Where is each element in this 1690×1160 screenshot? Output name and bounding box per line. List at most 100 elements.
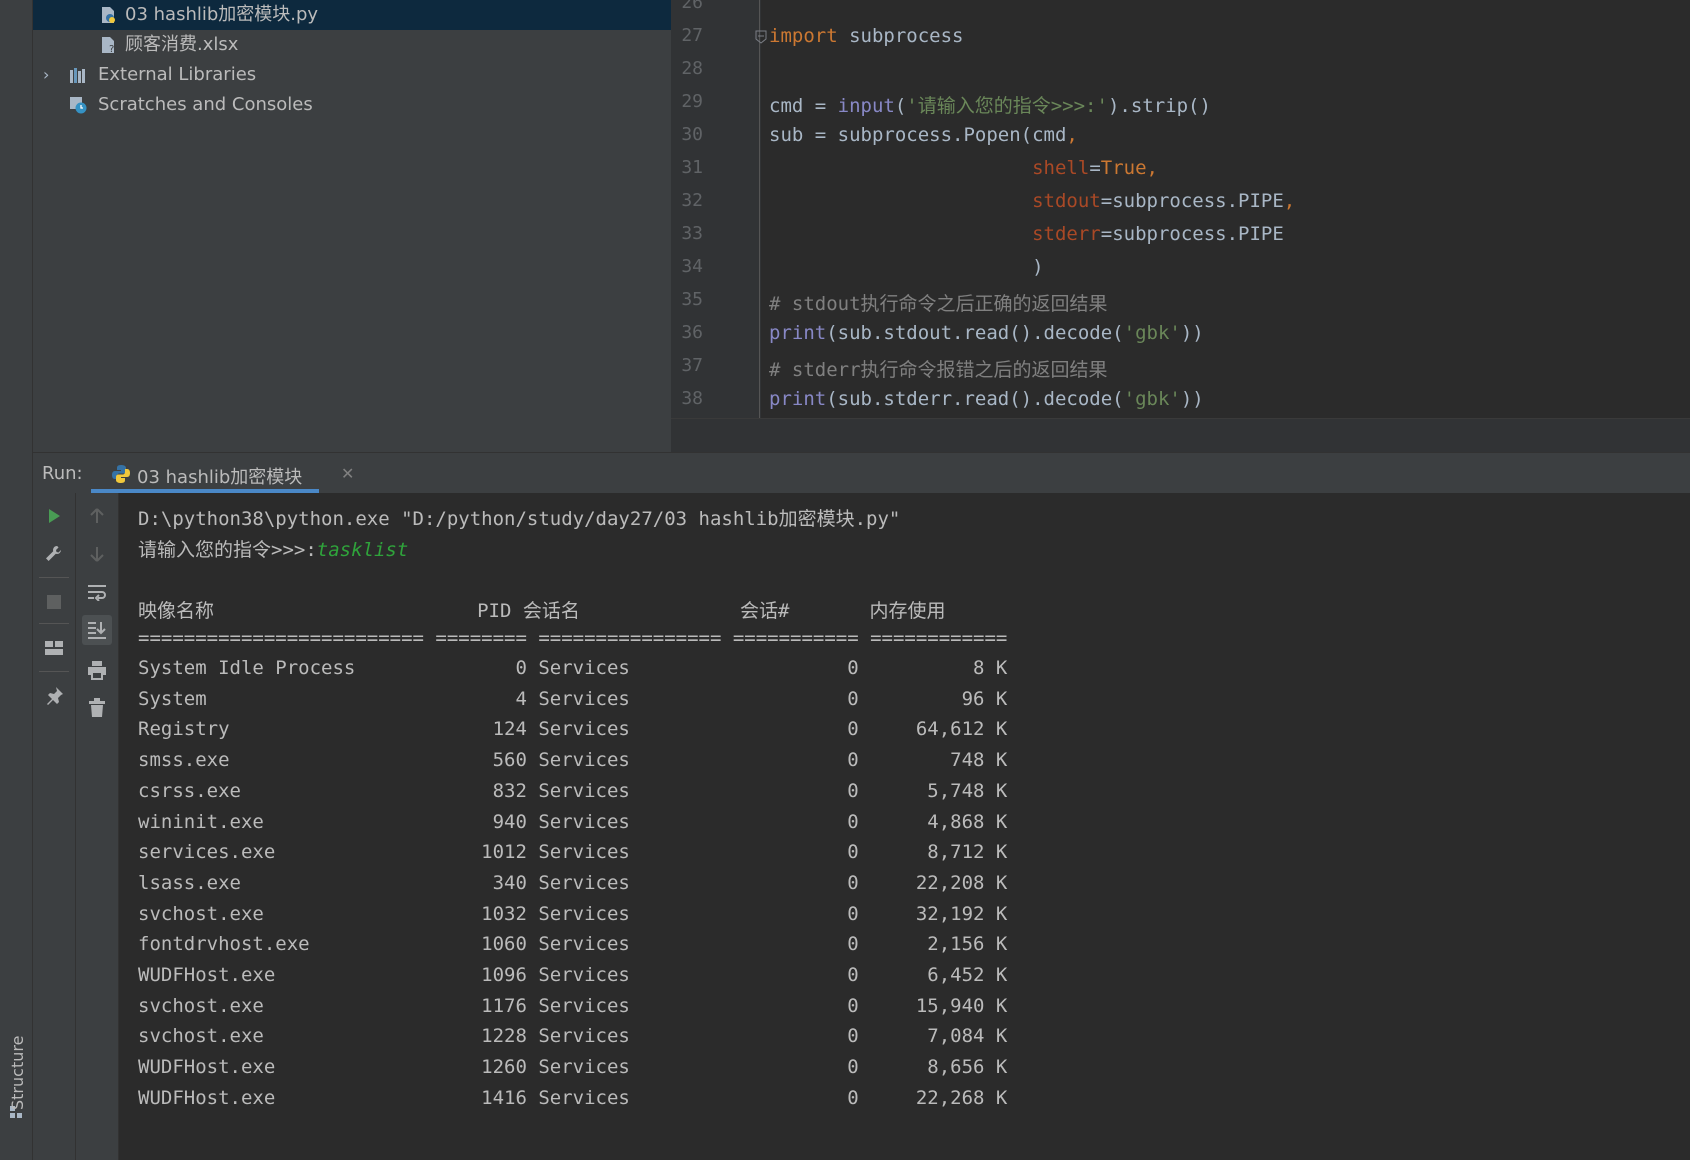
edit-configuration-button[interactable]	[39, 539, 69, 569]
code-token: # stderr执行命令报错之后的返回结果	[769, 359, 1108, 381]
code-line: cmd = input('请输入您的指令>>>:').strip()	[769, 91, 1211, 118]
code-token: 'gbk'	[1123, 322, 1181, 344]
code-token: ).strip()	[1107, 95, 1211, 117]
play-icon	[49, 509, 60, 523]
run-console-output[interactable]: D:\python38\python.exe "D:/python/study/…	[119, 493, 1690, 1160]
tasklist-row: wininit.exe 940 Services 0 4,868 K	[138, 810, 1008, 833]
line-number: 30	[681, 124, 703, 145]
code-token: ,	[1146, 157, 1158, 179]
code-editor[interactable]: 26 27 28 29 30 31 32 33 34 35 36 37 38 import subpro…	[671, 0, 1690, 453]
code-token: cmd =	[769, 95, 838, 117]
pin-tab-button[interactable]	[39, 681, 69, 711]
scratches-icon	[70, 97, 87, 114]
tree-item-external-libraries[interactable]: › External Libraries	[33, 60, 671, 90]
stop-button[interactable]	[39, 587, 69, 617]
code-token: import	[769, 25, 838, 47]
code-token: shell	[1032, 157, 1090, 179]
tasklist-row: fontdrvhost.exe 1060 Services 0 2,156 K	[138, 933, 1008, 956]
line-number: 37	[681, 355, 703, 376]
tasklist-row: svchost.exe 1228 Services 0 7,084 K	[138, 1025, 1008, 1048]
line-number: 38	[681, 388, 703, 409]
wrench-icon	[46, 546, 61, 561]
tasklist-row: svchost.exe 1032 Services 0 32,192 K	[138, 902, 1008, 925]
code-line: )	[769, 256, 1044, 278]
tasklist-row: System 4 Services 0 96 K	[138, 687, 1008, 710]
fold-marker-icon[interactable]	[755, 30, 767, 44]
svg-text:?: ?	[109, 44, 114, 54]
code-line: stdout=subprocess.PIPE,	[769, 190, 1295, 212]
console-prompt: 请输入您的指令>>>:	[138, 539, 317, 561]
tree-item-scratches[interactable]: Scratches and Consoles	[33, 90, 671, 120]
tasklist-header: 映像名称 PID 会话名 会话# 内存使用	[138, 600, 946, 622]
clear-all-button[interactable]	[82, 693, 112, 723]
code-token: )	[769, 256, 1044, 278]
rerun-button[interactable]	[39, 501, 69, 531]
tasklist-row: System Idle Process 0 Services 0 8 K	[138, 657, 1008, 679]
trash-icon	[89, 698, 105, 717]
soft-wrap-button[interactable]	[82, 577, 112, 607]
code-token: stderr	[1032, 223, 1101, 245]
scroll-down-button[interactable]	[82, 539, 112, 569]
code-token: True	[1100, 157, 1147, 179]
toolbar-separator	[39, 623, 69, 624]
arrow-down-icon	[90, 547, 104, 562]
tree-item-label: 03 hashlib加密模块.py	[125, 4, 319, 25]
arrow-up-icon	[90, 508, 104, 523]
code-token: stdout	[1032, 190, 1101, 212]
scroll-to-end-icon	[88, 622, 106, 639]
tasklist-row: smss.exe 560 Services 0 748 K	[138, 749, 1008, 772]
code-line: print(sub.stdout.read().decode('gbk'))	[769, 322, 1204, 344]
console-prompt-line: 请输入您的指令>>>:tasklist	[138, 535, 408, 562]
code-token: ,	[1066, 124, 1078, 146]
project-tree-panel: 03 hashlib加密模块.py ? 顾客消费.xlsx › External…	[33, 0, 671, 452]
toolbar-separator	[39, 577, 69, 578]
libraries-icon	[70, 68, 85, 83]
python-icon	[112, 465, 130, 483]
scroll-to-end-button[interactable]	[82, 615, 112, 645]
code-token: =	[1089, 157, 1101, 179]
printer-icon	[88, 661, 106, 680]
tasklist-row: services.exe 1012 Services 0 8,712 K	[138, 841, 1008, 864]
code-token: (	[894, 95, 907, 117]
python-file-icon	[102, 7, 115, 23]
gutter-divider	[759, 0, 760, 418]
layout-icon	[45, 641, 63, 655]
line-number: 33	[681, 223, 703, 244]
structure-label: Structure	[8, 1035, 27, 1110]
line-number: 34	[681, 256, 703, 277]
tree-item-label: Scratches and Consoles	[98, 94, 313, 115]
code-token: print	[769, 388, 827, 410]
code-token: subprocess	[837, 25, 964, 47]
run-toolbar-secondary	[76, 493, 119, 1160]
code-line: sub = subprocess.Popen(cmd,	[769, 124, 1078, 146]
line-number: 29	[681, 91, 703, 112]
chevron-right-icon[interactable]: ›	[43, 60, 49, 90]
line-number: 31	[681, 157, 703, 178]
run-tab[interactable]: 03 hashlib加密模块 ✕	[91, 453, 354, 493]
tree-item-label: 顾客消费.xlsx	[125, 34, 239, 55]
scroll-up-button[interactable]	[82, 501, 112, 531]
code-token: ))	[1180, 322, 1204, 344]
left-tool-stripe: Structure	[0, 0, 33, 1160]
layout-button[interactable]	[39, 633, 69, 663]
tree-item-python-file[interactable]: 03 hashlib加密模块.py	[33, 0, 671, 30]
print-button[interactable]	[82, 655, 112, 685]
tree-item-xlsx-file[interactable]: ? 顾客消费.xlsx	[33, 30, 671, 60]
tasklist-separator: ========================= ======== =====…	[138, 627, 1008, 649]
tasklist-row: Registry 124 Services 0 64,612 K	[138, 718, 1008, 741]
close-icon[interactable]: ✕	[341, 464, 354, 483]
unknown-file-icon: ?	[102, 37, 114, 54]
run-toolbar-primary	[33, 493, 76, 1160]
code-token: ,	[1283, 190, 1296, 212]
editor-horizontal-scroll-area[interactable]	[671, 418, 1690, 453]
code-token: (sub.stderr.read().decode(	[826, 388, 1124, 410]
console-command-line: D:\python38\python.exe "D:/python/study/…	[138, 508, 901, 530]
tasklist-row: svchost.exe 1176 Services 0 15,940 K	[138, 994, 1008, 1017]
code-token: input	[837, 95, 895, 117]
code-token: ))	[1180, 388, 1204, 410]
code-line: import subprocess	[769, 25, 963, 47]
structure-tool-tab[interactable]: Structure	[6, 1020, 27, 1120]
code-line: # stderr执行命令报错之后的返回结果	[769, 355, 1108, 382]
